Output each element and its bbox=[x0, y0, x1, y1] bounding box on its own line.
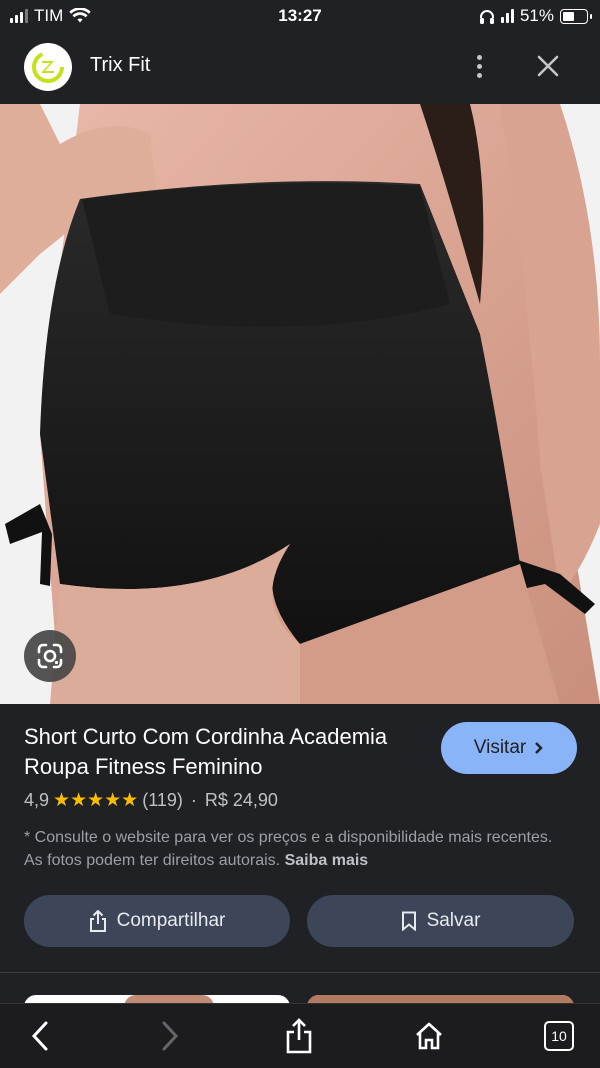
share-page-button[interactable] bbox=[277, 1014, 321, 1058]
tabs-button[interactable]: 10 bbox=[537, 1014, 581, 1058]
visit-label: Visitar bbox=[473, 737, 527, 758]
share-icon bbox=[89, 910, 106, 932]
visit-button[interactable]: Visitar bbox=[441, 722, 577, 774]
trix-fit-logo-icon bbox=[32, 51, 64, 83]
learn-more-link[interactable]: Saiba mais bbox=[285, 852, 369, 869]
chevron-right-icon bbox=[535, 742, 543, 754]
bookmark-icon bbox=[401, 911, 416, 931]
related-results bbox=[0, 973, 600, 1003]
related-card-image bbox=[307, 995, 574, 1003]
site-name[interactable]: Trix Fit bbox=[90, 54, 150, 77]
site-logo[interactable] bbox=[24, 43, 72, 91]
price: R$ 24,90 bbox=[204, 790, 278, 810]
review-count[interactable]: (119) bbox=[142, 790, 183, 811]
status-bar: TIM 13:27 51% bbox=[0, 0, 600, 32]
related-card[interactable] bbox=[307, 995, 574, 1003]
rating-value: 4,9 bbox=[24, 790, 50, 810]
google-lens-button[interactable] bbox=[24, 630, 76, 682]
share-button[interactable]: Compartilhar bbox=[24, 895, 290, 947]
home-button[interactable] bbox=[407, 1014, 451, 1058]
browser-toolbar: 10 bbox=[0, 1003, 600, 1068]
cell-signal-icon bbox=[500, 9, 514, 23]
save-label: Salvar bbox=[426, 910, 481, 931]
related-card-image bbox=[124, 995, 214, 1003]
status-right: 51% bbox=[479, 6, 592, 26]
chevron-right-icon bbox=[162, 1021, 179, 1051]
battery-percent: 51% bbox=[519, 6, 554, 25]
disclaimer-text: * Consulte o website para ver os preços … bbox=[24, 826, 564, 872]
forward-button[interactable] bbox=[148, 1014, 192, 1058]
back-button[interactable] bbox=[18, 1014, 62, 1058]
headphones-icon bbox=[479, 9, 494, 24]
home-icon bbox=[416, 1022, 442, 1050]
share-label: Compartilhar bbox=[116, 910, 226, 931]
rating-stars: ★★★★★ bbox=[53, 790, 139, 811]
product-image[interactable] bbox=[0, 104, 600, 704]
lens-icon bbox=[37, 643, 63, 669]
chevron-left-icon bbox=[31, 1021, 48, 1051]
product-photo bbox=[0, 104, 600, 704]
battery-icon bbox=[560, 8, 592, 24]
related-card[interactable] bbox=[24, 995, 290, 1003]
close-icon[interactable] bbox=[532, 50, 564, 82]
save-button[interactable]: Salvar bbox=[307, 895, 574, 947]
tabs-count: 10 bbox=[544, 1021, 574, 1051]
rating-row: 4,9 ★★★★★ (119) · R$ 24,90 bbox=[24, 789, 278, 812]
more-options-button[interactable] bbox=[466, 50, 492, 82]
product-title: Short Curto Com Cordinha Academia Roupa … bbox=[24, 724, 388, 779]
product-info-panel: Short Curto Com Cordinha Academia Roupa … bbox=[0, 704, 600, 972]
separator: · bbox=[190, 790, 197, 810]
share-icon bbox=[286, 1018, 312, 1054]
site-header: Trix Fit bbox=[0, 32, 600, 104]
